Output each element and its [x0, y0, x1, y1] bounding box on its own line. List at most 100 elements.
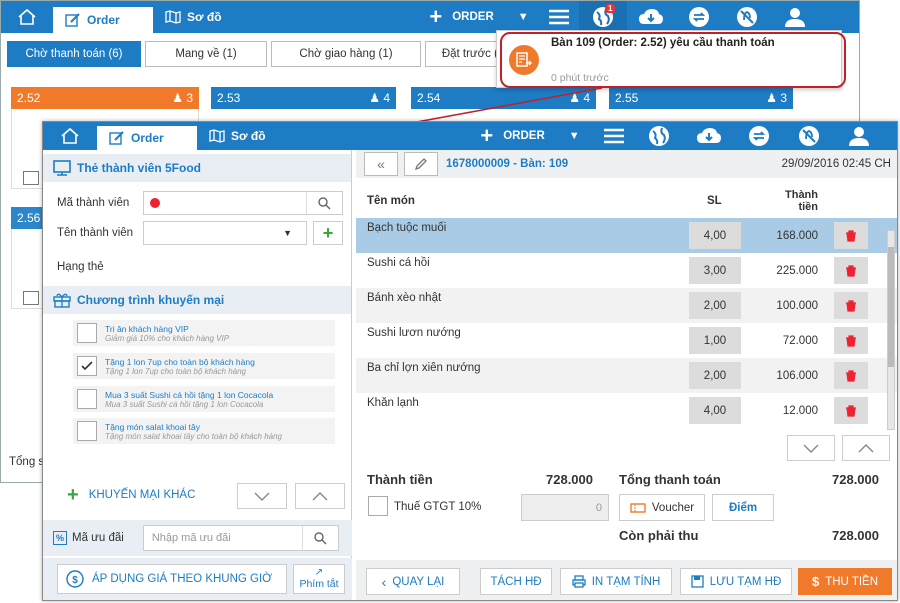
delete-item-button[interactable] [834, 362, 868, 389]
bg-tab-map[interactable]: Sơ đồ [153, 4, 253, 30]
discount-search-button[interactable] [301, 526, 338, 550]
item-name: Sushi lươn nướng [367, 327, 461, 339]
save-draft-button[interactable]: LƯU TẠM HĐ [680, 568, 792, 595]
home-button[interactable] [43, 122, 97, 150]
scrollbar[interactable] [887, 230, 895, 430]
table-row[interactable]: Sushi lươn nướng 1,00 72.000 [356, 323, 897, 358]
order-datetime: 29/09/2016 02:45 CH [781, 158, 891, 170]
scrollbar-thumb[interactable] [888, 247, 894, 367]
vat-label: Thuế GTGT 10% [394, 501, 482, 513]
bg-no-notify-button[interactable] [723, 1, 771, 33]
delete-item-button[interactable] [834, 222, 868, 249]
discount-input[interactable]: Nhập mã ưu đãi [142, 525, 339, 551]
menu-button[interactable] [593, 122, 635, 150]
item-qty[interactable]: 4,00 [689, 222, 741, 249]
tab-map[interactable]: Sơ đồ [197, 122, 297, 150]
other-promo-button[interactable]: + KHUYẾN MẠI KHÁC [57, 482, 213, 508]
item-qty[interactable]: 4,00 [689, 397, 741, 424]
promo-checkbox[interactable] [77, 323, 97, 343]
percent-icon: % [53, 531, 68, 545]
split-bill-button[interactable]: TÁCH HĐ [480, 568, 552, 595]
user-button[interactable] [835, 122, 883, 150]
scroll-down-button[interactable] [237, 483, 287, 509]
scroll-up-button[interactable] [295, 483, 345, 509]
print-preview-button[interactable]: IN TẠM TÍNH [560, 568, 672, 595]
order-menu[interactable]: + ORDER ▼ [467, 122, 593, 150]
promo-checkbox[interactable] [77, 389, 97, 409]
item-qty[interactable]: 1,00 [689, 327, 741, 354]
vat-amount: 0 [595, 501, 602, 514]
bg-filter-waiting-payment[interactable]: Chờ thanh toán (6) [7, 41, 141, 67]
items-scroll-down-button[interactable] [787, 435, 835, 461]
caret-down-icon: ▼ [517, 11, 529, 23]
table-row[interactable]: Ba chỉ lợn xiên nướng 2,00 106.000 [356, 358, 897, 393]
bg-sync-button[interactable] [675, 1, 723, 33]
apply-time-price-button[interactable]: $ ÁP DỤNG GIÁ THEO KHUNG GIỜ [57, 564, 287, 594]
delete-item-button[interactable] [834, 292, 868, 319]
table-row[interactable]: Bánh xèo nhật 2,00 100.000 [356, 288, 897, 323]
globe-icon [649, 126, 669, 146]
download-button[interactable] [683, 122, 735, 150]
item-qty[interactable]: 2,00 [689, 362, 741, 389]
delete-item-button[interactable] [834, 327, 868, 354]
promo-item[interactable]: Mua 3 suất Sushi cá hồi tặng 1 lon Cocac… [73, 386, 335, 412]
sync-button[interactable] [735, 122, 783, 150]
back-button[interactable]: ‹ QUAY LẠI [366, 568, 460, 595]
collapse-button[interactable]: « [364, 152, 398, 176]
table-row[interactable]: Sushi cá hồi 3,00 225.000 [356, 253, 897, 288]
promo-checkbox[interactable] [77, 356, 97, 376]
discount-row: % Mã ưu đãi Nhập mã ưu đãi [43, 520, 352, 556]
promo-title: Tặng món salat khoai tây [105, 421, 200, 432]
bg-order-menu[interactable]: + ORDER ▼ [419, 1, 539, 33]
promo-item[interactable]: Tặng 1 lon 7up cho toàn bộ khách hàng Tặn… [73, 353, 335, 379]
search-button[interactable] [306, 192, 342, 214]
order-header: « 1678000009 - Bàn: 109 29/09/2016 02:45… [356, 150, 897, 178]
bg-download-button[interactable] [627, 1, 675, 33]
shortcut-button[interactable]: ↗ Phím tắt [293, 564, 345, 594]
add-member-button[interactable]: + [313, 221, 343, 245]
items-table: Bạch tuộc muối 4,00 168.000 Sushi cá hồi… [356, 218, 897, 433]
table-row[interactable]: Bạch tuộc muối 4,00 168.000 [356, 218, 897, 253]
table-row[interactable]: Khăn lạnh 4,00 12.000 [356, 393, 897, 428]
item-qty[interactable]: 2,00 [689, 292, 741, 319]
bg-filter-delivery[interactable]: Chờ giao hàng (1) [271, 41, 421, 67]
hamburger-icon [604, 128, 624, 144]
vat-checkbox[interactable] [368, 496, 388, 516]
items-scroll-up-button[interactable] [842, 435, 890, 461]
back-label: QUAY LẠI [392, 575, 445, 588]
delete-item-button[interactable] [834, 257, 868, 284]
bg-tab-order[interactable]: Order [53, 7, 153, 33]
bg-table-card[interactable]: 2.52 ♟ 3 [11, 87, 199, 109]
delete-item-button[interactable] [834, 397, 868, 424]
points-label: Điểm [728, 501, 758, 514]
tab-order[interactable]: Order [97, 126, 197, 150]
no-notify-button[interactable] [783, 122, 835, 150]
promo-desc: Tặng món salat khoai tây cho toàn bộ khá… [105, 431, 283, 441]
bg-filter-tabs: Chờ thanh toán (6) Mang về (1) Chờ giao … [7, 41, 525, 67]
edit-order-button[interactable] [404, 152, 438, 176]
bg-user-button[interactable] [771, 1, 819, 33]
bg-table-card[interactable]: 2.55 ♟ 3 [609, 87, 793, 109]
print-preview-label: IN TẠM TÍNH [591, 575, 661, 588]
apply-time-price-label: ÁP DỤNG GIÁ THEO KHUNG GIỜ [92, 573, 273, 585]
member-code-input[interactable] [143, 191, 343, 215]
collect-payment-button[interactable]: $ THU TIỀN [798, 568, 892, 595]
cloud-download-icon [697, 128, 721, 143]
bg-notification-button[interactable]: 1 [579, 1, 627, 33]
voucher-button[interactable]: Voucher [619, 494, 705, 521]
points-button[interactable]: Điểm [712, 494, 774, 521]
member-card-icon [53, 160, 71, 176]
promo-item[interactable]: Tặng món salat khoai tây Tặng món salat k… [73, 418, 335, 444]
promo-checkbox[interactable] [77, 421, 97, 441]
item-qty[interactable]: 3,00 [689, 257, 741, 284]
bg-menu-button[interactable] [539, 1, 579, 33]
remaining-value: 728.000 [832, 528, 879, 543]
bg-home-button[interactable] [1, 1, 53, 33]
notification-button[interactable] [635, 122, 683, 150]
bg-table-card[interactable]: 2.53 ♟ 4 [211, 87, 396, 109]
bg-filter-takeaway[interactable]: Mang về (1) [145, 41, 267, 67]
vat-amount-input[interactable]: 0 [521, 494, 609, 521]
col-qty-header: SL [707, 195, 722, 207]
member-name-select[interactable]: ▼ [143, 221, 307, 245]
promo-item[interactable]: Tri ân khách hàng VIP Giảm giá 10% cho kh… [73, 320, 335, 346]
